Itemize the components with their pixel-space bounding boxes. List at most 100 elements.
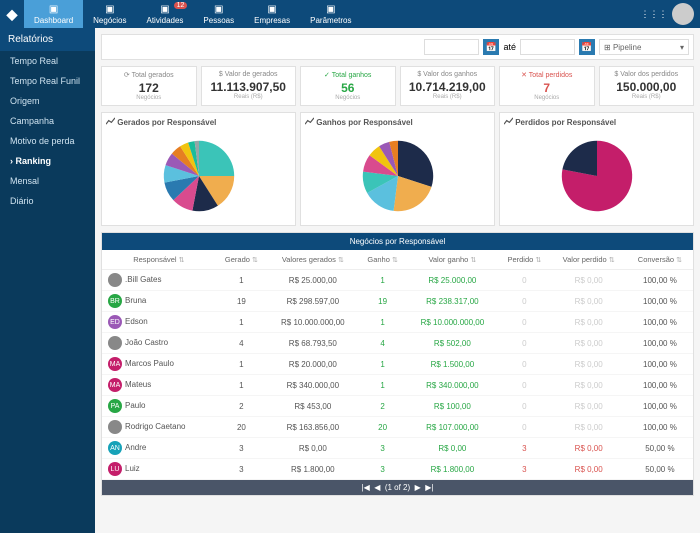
kpi-label: $ Valor de gerados	[206, 71, 292, 78]
cell: 1	[216, 375, 267, 396]
sort-icon: ⇅	[535, 257, 541, 264]
sort-icon: ⇅	[179, 257, 185, 264]
col-header[interactable]: Valores gerados ⇅	[267, 250, 359, 270]
filter-bar: 📅 até 📅 ⊞ Pipeline▾	[101, 34, 694, 60]
kpi-label: ⟳ Total gerados	[106, 71, 192, 79]
cell-name: MAMateus	[102, 375, 216, 396]
date-sep: até	[503, 42, 516, 52]
nav-parâmetros[interactable]: ▣Parâmetros	[300, 0, 361, 28]
avatar-small	[108, 420, 122, 434]
cell: 100,00 %	[627, 396, 693, 417]
sidebar-item[interactable]: Motivo de perda	[0, 131, 95, 151]
cell: 1	[216, 312, 267, 333]
cell: R$ 453,00	[267, 396, 359, 417]
apps-icon[interactable]: ⋮⋮⋮	[642, 0, 666, 28]
col-header[interactable]: Ganho ⇅	[359, 250, 407, 270]
user-avatar[interactable]	[672, 3, 694, 25]
col-header[interactable]: Conversão ⇅	[627, 250, 693, 270]
sidebar-item[interactable]: Ranking	[0, 151, 95, 171]
kpi-value: 150.000,00	[604, 80, 690, 94]
cell: R$ 0,00	[551, 333, 627, 354]
cell: R$ 1.500,00	[407, 354, 499, 375]
sort-icon: ⇅	[609, 257, 615, 264]
sidebar-header: Relatórios	[0, 28, 95, 51]
badge: 12	[174, 2, 188, 9]
table-row[interactable]: João Castro4R$ 68.793,504R$ 502,000R$ 0,…	[102, 333, 693, 354]
date-to-input[interactable]	[520, 39, 575, 55]
nav-icon: ▣	[105, 4, 114, 15]
cell: 2	[359, 396, 407, 417]
nav-icon: ▣	[214, 4, 223, 15]
nav-empresas[interactable]: ▣Empresas	[244, 0, 300, 28]
table-row[interactable]: BRBruna19R$ 298.597,0019R$ 238.317,000R$…	[102, 291, 693, 312]
sidebar-item[interactable]: Tempo Real	[0, 51, 95, 71]
nav-atividades[interactable]: ▣Atividades 12	[137, 0, 194, 28]
nav-label: Dashboard	[34, 16, 73, 25]
nav-negócios[interactable]: ▣Negócios	[83, 0, 136, 28]
table-row[interactable]: Rodrigo Caetano20R$ 163.856,0020R$ 107.0…	[102, 417, 693, 438]
table-row[interactable]: EDEdson1R$ 10.000.000,001R$ 10.000.000,0…	[102, 312, 693, 333]
cell: 0	[498, 312, 550, 333]
kpi-card: $ Valor dos perdidos150.000,00Reais (R$)	[599, 66, 695, 106]
col-header[interactable]: Perdido ⇅	[498, 250, 550, 270]
date-from-input[interactable]	[424, 39, 479, 55]
calendar-icon[interactable]: 📅	[483, 39, 499, 55]
sidebar-item[interactable]: Tempo Real Funil	[0, 71, 95, 91]
cell-name: PAPaulo	[102, 396, 216, 417]
cell-name: MAMarcos Paulo	[102, 354, 216, 375]
kpi-value: 7	[504, 81, 590, 95]
cell: R$ 0,00	[551, 417, 627, 438]
sidebar-item[interactable]: Diário	[0, 191, 95, 211]
cell: R$ 0,00	[551, 270, 627, 291]
kpi-card: ✕ Total perdidos7Negócios	[499, 66, 595, 106]
sidebar-item[interactable]: Mensal	[0, 171, 95, 191]
cell: R$ 1.800,00	[407, 459, 499, 480]
avatar-small: ED	[108, 315, 122, 329]
col-header[interactable]: Valor perdido ⇅	[551, 250, 627, 270]
sort-icon: ⇅	[252, 257, 258, 264]
avatar-small: AN	[108, 441, 122, 455]
col-header[interactable]: Valor ganho ⇅	[407, 250, 499, 270]
cell: 2	[216, 396, 267, 417]
table-row[interactable]: MAMarcos Paulo1R$ 20.000,001R$ 1.500,000…	[102, 354, 693, 375]
cell: 20	[216, 417, 267, 438]
cell: 0	[498, 270, 550, 291]
pipeline-select[interactable]: ⊞ Pipeline▾	[599, 39, 689, 55]
cell: R$ 68.793,50	[267, 333, 359, 354]
kpi-card: ✓ Total ganhos56Negócios	[300, 66, 396, 106]
nav-label: Parâmetros	[310, 16, 351, 25]
avatar-small: LU	[108, 462, 122, 476]
cell: R$ 107.000,00	[407, 417, 499, 438]
table-row[interactable]: .Bill Gates1R$ 25.000,001R$ 25.000,000R$…	[102, 270, 693, 291]
col-header[interactable]: Gerado ⇅	[216, 250, 267, 270]
nav-label: Atividades	[147, 16, 184, 25]
logo: ◆	[0, 0, 24, 28]
nav-pessoas[interactable]: ▣Pessoas	[193, 0, 244, 28]
avatar-small: PA	[108, 399, 122, 413]
content: 📅 até 📅 ⊞ Pipeline▾ ⟳ Total gerados172Ne…	[95, 28, 700, 533]
cell: R$ 340.000,00	[267, 375, 359, 396]
col-header[interactable]: Responsável ⇅	[102, 250, 216, 270]
chart-card: Perdidos por Responsável	[499, 112, 694, 226]
cell: 0	[498, 333, 550, 354]
cell-name: Rodrigo Caetano	[102, 417, 216, 438]
pager[interactable]: |◀ ◀ (1 of 2) ▶ ▶|	[102, 480, 693, 495]
table-row[interactable]: LULuiz3R$ 1.800,003R$ 1.800,003R$ 0,0050…	[102, 459, 693, 480]
table-row[interactable]: ANAndre3R$ 0,003R$ 0,003R$ 0,0050,00 %	[102, 438, 693, 459]
cell: R$ 0,00	[551, 312, 627, 333]
cell-name: EDEdson	[102, 312, 216, 333]
nav-icon: ▣	[160, 4, 169, 15]
cell: 3	[498, 459, 550, 480]
sidebar-item[interactable]: Origem	[0, 91, 95, 111]
cell: 1	[216, 354, 267, 375]
sidebar-item[interactable]: Campanha	[0, 111, 95, 131]
cell: 1	[359, 354, 407, 375]
cell: 0	[498, 396, 550, 417]
table-row[interactable]: MAMateus1R$ 340.000,001R$ 340.000,000R$ …	[102, 375, 693, 396]
cell: 100,00 %	[627, 270, 693, 291]
nav-dashboard[interactable]: ▣Dashboard	[24, 0, 83, 28]
pie-chart	[305, 131, 490, 221]
chart-title: Gerados por Responsável	[106, 117, 291, 127]
table-row[interactable]: PAPaulo2R$ 453,002R$ 100,000R$ 0,00100,0…	[102, 396, 693, 417]
calendar-icon[interactable]: 📅	[579, 39, 595, 55]
